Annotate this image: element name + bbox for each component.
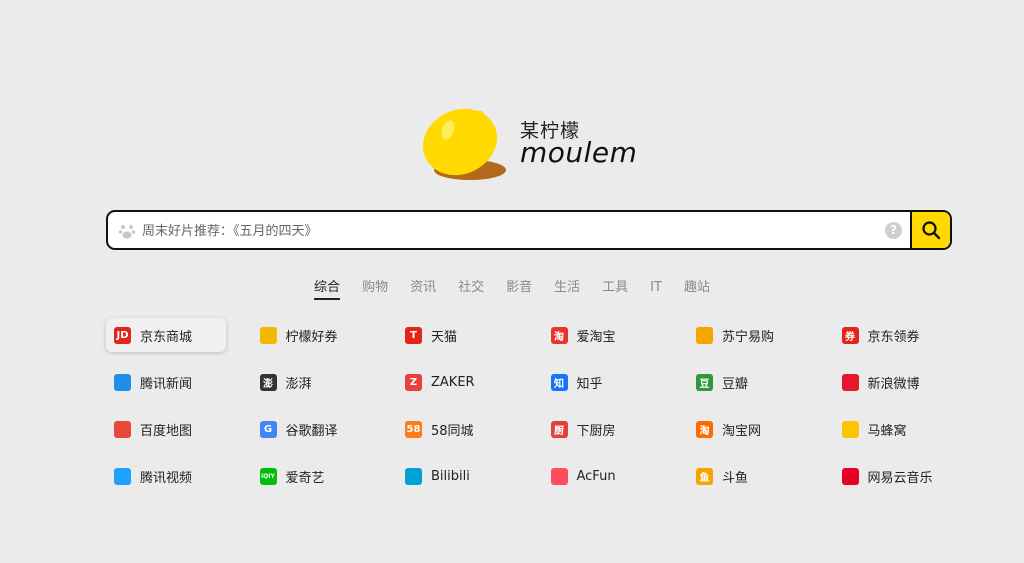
douyu-icon: 鱼 — [696, 467, 713, 485]
tencent-news-icon — [114, 373, 131, 391]
iqiyi-icon: iQIY — [259, 467, 277, 485]
site-label: 知乎 — [576, 376, 603, 392]
site-link[interactable]: 腾讯新闻 — [106, 365, 226, 399]
site-link[interactable]: 新浪微博 — [834, 365, 954, 399]
tab-category[interactable]: 工具 — [602, 276, 628, 298]
site-link[interactable]: 厨下厨房 — [543, 412, 663, 446]
search-input[interactable] — [140, 212, 884, 248]
aitaobao-icon: 淘 — [550, 326, 568, 344]
jd-icon: JD — [114, 326, 131, 344]
suning-icon — [696, 326, 713, 344]
site-label: 京东商城 — [140, 329, 193, 345]
site-link[interactable]: 鱼斗鱼 — [688, 459, 808, 493]
tab-category[interactable]: 生活 — [554, 276, 580, 298]
lemon-logo-icon — [423, 108, 506, 180]
tab-category[interactable]: IT — [650, 280, 662, 298]
tab-category[interactable]: 影音 — [506, 276, 532, 298]
site-label: Bilibili — [431, 468, 470, 484]
netease-music-icon — [841, 467, 859, 485]
site-label: 豆瓣 — [722, 376, 749, 392]
site-link[interactable]: 58 58同城 — [397, 412, 517, 446]
zaker-icon: Z — [405, 373, 422, 391]
search-icon — [922, 221, 941, 240]
site-link[interactable]: 马蜂窝 — [834, 412, 954, 446]
lemon-coupon-icon — [259, 326, 277, 344]
site-link[interactable]: 券京东领券 — [834, 318, 954, 352]
site-link[interactable]: iQIY 爱奇艺 — [252, 459, 372, 493]
zhihu-icon: 知 — [550, 373, 568, 391]
tab-category[interactable]: 综合 — [314, 276, 341, 300]
site-label: 腾讯新闻 — [140, 376, 193, 392]
brand-name-english: moulem — [520, 136, 638, 169]
help-icon[interactable]: ? — [885, 222, 902, 239]
site-link[interactable]: JD 京东商城 — [106, 318, 226, 352]
search-bar: ? — [106, 210, 952, 250]
site-label: 爱奇艺 — [285, 470, 325, 486]
category-tabs: 综合 购物 资讯 社交 影音 生活 工具 IT 趣站 — [0, 276, 1024, 300]
site-link[interactable]: 柠檬好券 — [252, 318, 372, 352]
58-icon: 58 — [405, 420, 422, 438]
site-link[interactable]: 网易云音乐 — [834, 459, 954, 493]
bilibili-icon — [405, 467, 422, 485]
taobao-icon: 淘 — [696, 420, 713, 438]
site-label: AcFun — [576, 468, 616, 484]
site-link[interactable]: Bilibili — [397, 459, 517, 493]
mafengwo-icon — [841, 420, 859, 438]
tencent-video-icon — [114, 467, 131, 485]
site-label: 天猫 — [431, 329, 458, 345]
tab-category[interactable]: 购物 — [362, 276, 388, 298]
site-label: 爱淘宝 — [576, 329, 616, 345]
site-link[interactable]: T 天猫 — [397, 318, 517, 352]
site-label: 京东领券 — [867, 329, 920, 345]
tmall-icon: T — [405, 326, 422, 344]
site-link[interactable]: 腾讯视频 — [106, 459, 226, 493]
site-label: 新浪微博 — [867, 376, 920, 392]
site-label: 淘宝网 — [722, 423, 762, 439]
tab-category[interactable]: 社交 — [458, 276, 484, 298]
site-logo[interactable]: 某柠檬 moulem — [420, 98, 650, 190]
site-label: 下厨房 — [576, 423, 616, 439]
site-label: 58同城 — [431, 423, 474, 439]
site-link[interactable]: 豆豆瓣 — [688, 365, 808, 399]
site-label: 柠檬好券 — [285, 329, 338, 345]
site-label: 斗鱼 — [722, 470, 749, 486]
tab-category[interactable]: 资讯 — [410, 276, 436, 298]
paw-icon — [118, 225, 136, 239]
site-link[interactable]: 百度地图 — [106, 412, 226, 446]
site-link[interactable]: AcFun — [543, 459, 663, 493]
google-translate-icon: G — [259, 420, 277, 438]
site-link[interactable]: 淘爱淘宝 — [543, 318, 663, 352]
site-link[interactable]: Z ZAKER — [397, 365, 517, 399]
weibo-icon — [841, 373, 859, 391]
site-label: 苏宁易购 — [722, 329, 775, 345]
site-label: 谷歌翻译 — [285, 423, 338, 439]
acfun-icon — [550, 467, 568, 485]
site-link[interactable]: 知知乎 — [543, 365, 663, 399]
xiachufang-icon: 厨 — [550, 420, 568, 438]
site-label: 腾讯视频 — [140, 470, 193, 486]
pengpai-icon: 澎 — [259, 373, 277, 391]
tab-category[interactable]: 趣站 — [684, 276, 710, 298]
site-link[interactable]: G 谷歌翻译 — [252, 412, 372, 446]
site-label: 马蜂窝 — [867, 423, 907, 439]
douban-icon: 豆 — [696, 373, 713, 391]
site-link[interactable]: 苏宁易购 — [688, 318, 808, 352]
site-link[interactable]: 澎澎湃 — [252, 365, 372, 399]
jd-coupon-icon: 券 — [841, 326, 859, 344]
baidu-map-icon — [114, 420, 131, 438]
search-button[interactable] — [910, 212, 950, 248]
site-label: 百度地图 — [140, 423, 193, 439]
site-label: 澎湃 — [285, 376, 312, 392]
site-label: ZAKER — [431, 374, 475, 390]
site-label: 网易云音乐 — [867, 470, 933, 486]
site-link[interactable]: 淘淘宝网 — [688, 412, 808, 446]
